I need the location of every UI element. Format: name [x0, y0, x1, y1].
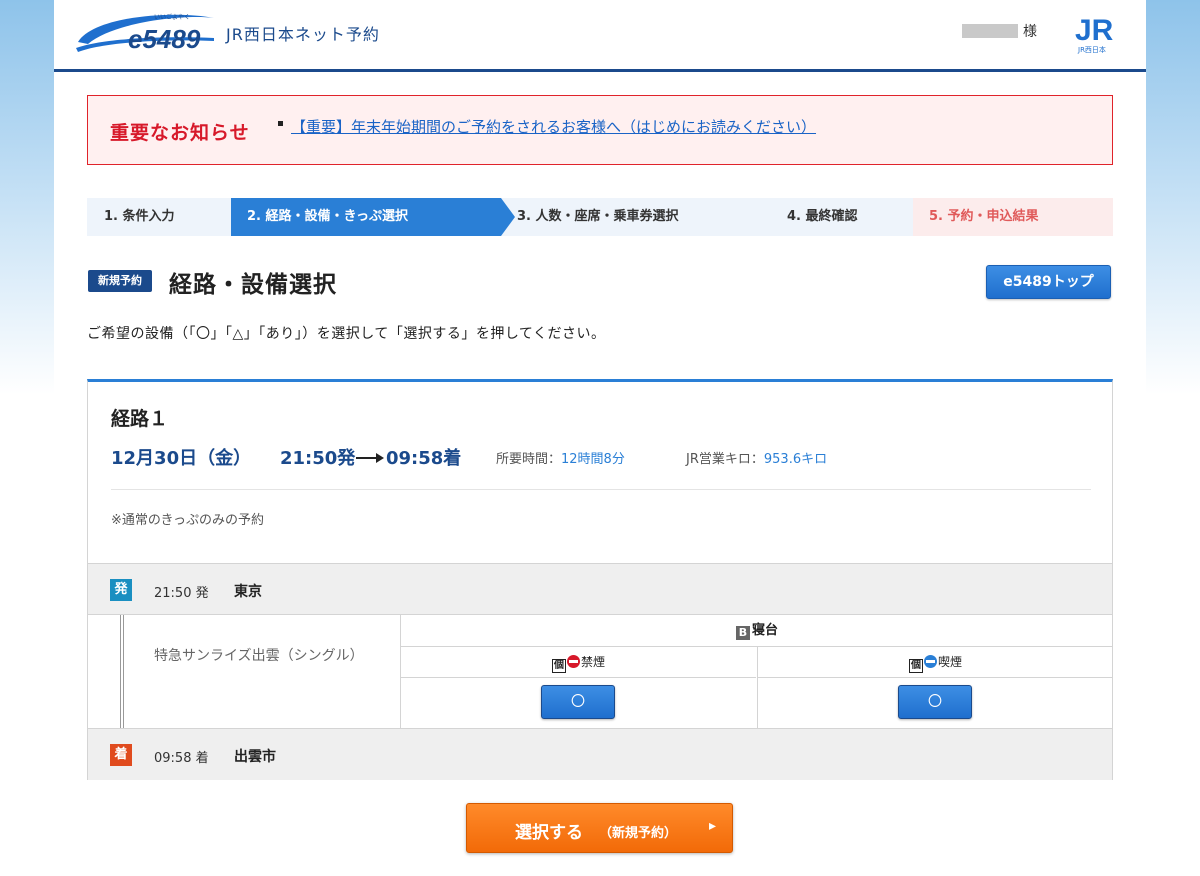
step-result: 5. 予約・申込結果 — [913, 198, 1113, 236]
arrival-icon: 着 — [110, 744, 132, 766]
seat-class-label: 寝台 — [751, 623, 778, 638]
step-final-confirm: 4. 最終確認 — [772, 198, 914, 236]
private-room-icon: 個 — [908, 659, 923, 673]
submit-label: 選択する — [515, 823, 583, 843]
user-name-redacted — [962, 24, 1018, 38]
departure-row: 発 21:50 発 東京 — [88, 563, 1112, 615]
route-card: 経路１ 12月30日（金） 21:50発 09:58着 所要時間：12時間8分 … — [87, 379, 1113, 780]
arrival-time: 09:58着 — [386, 448, 462, 469]
departure-station: 東京 — [234, 584, 262, 600]
rail-line-icon — [120, 615, 124, 728]
smoking-icon — [923, 655, 937, 668]
e5489-top-button[interactable]: e5489トップ — [986, 265, 1111, 299]
arrival-station: 出雲市 — [234, 749, 276, 765]
svg-text:e5489: e5489 — [128, 24, 201, 54]
e5489-logo[interactable]: e5489 いいごよやく — [74, 8, 218, 58]
user-suffix: 様 — [1023, 24, 1037, 40]
departure-row-time: 21:50 発 — [154, 586, 209, 601]
train-row: 特急サンライズ出雲（シングル） B 寝台 個禁煙 〇 個喫煙 〇 — [88, 615, 1113, 728]
seat-option-label: 禁煙 — [580, 655, 605, 669]
jr-distance: JR営業キロ：953.6キロ — [686, 448, 827, 467]
seat-class: B 寝台 — [401, 615, 1113, 647]
duration-label: 所要時間： — [496, 452, 562, 467]
route-date: 12月30日（金） — [111, 448, 252, 469]
route-name: 経路１ — [111, 408, 169, 430]
new-reservation-badge: 新規予約 — [88, 270, 152, 292]
select-non-smoking-button[interactable]: 〇 — [541, 685, 615, 719]
train-name: 特急サンライズ出雲（シングル） — [154, 648, 364, 664]
seat-table: B 寝台 個禁煙 〇 個喫煙 〇 — [400, 615, 1113, 728]
seat-option-header: 個喫煙 — [758, 647, 1113, 678]
page-title: 経路・設備選択 — [169, 272, 337, 298]
no-smoking-icon — [566, 655, 580, 668]
site-title: JR西日本ネット予約 — [226, 25, 380, 44]
site-header: e5489 いいごよやく JR西日本ネット予約 様 JR JR西日本 — [54, 0, 1146, 72]
jr-west-logo: JR JR西日本 — [1075, 14, 1114, 54]
departure-time: 21:50発 — [280, 448, 356, 469]
svg-text:JR: JR — [1075, 14, 1114, 47]
progress-steps: 1. 条件入力 2. 経路・設備・きっぷ選択 3. 人数・座席・乗車券選択 4.… — [87, 198, 1113, 236]
notice-link[interactable]: 【重要】年末年始期間のご予約をされるお客様へ（はじめにお読みください） — [291, 116, 816, 137]
step-route-selection: 2. 経路・設備・きっぷ選択 — [231, 198, 515, 236]
departure-icon: 発 — [110, 579, 132, 601]
select-submit-button[interactable]: 選択する （新規予約） ▸ — [466, 803, 733, 853]
duration-value: 12時間8分 — [561, 452, 625, 467]
b-class-icon: B — [735, 626, 750, 640]
seat-option-header: 個禁煙 — [401, 647, 756, 678]
chevron-right-icon: ▸ — [708, 818, 716, 834]
select-smoking-button[interactable]: 〇 — [898, 685, 972, 719]
seat-option-smoking: 個喫煙 〇 — [757, 647, 1113, 728]
arrow-right-icon — [356, 453, 384, 463]
divider — [111, 489, 1091, 490]
page: e5489 いいごよやく JR西日本ネット予約 様 JR JR西日本 重要なお知… — [54, 0, 1146, 876]
bullet-icon — [278, 121, 283, 126]
step-passengers-seats: 3. 人数・座席・乗車券選択 — [501, 198, 773, 236]
submit-sublabel: （新規予約） — [599, 826, 678, 841]
svg-text:いいごよやく: いいごよやく — [154, 13, 190, 21]
ticket-note: ※通常のきっぷのみの予約 — [111, 513, 264, 528]
seat-class-header: B 寝台 — [401, 615, 1113, 647]
step-conditions: 1. 条件入力 — [87, 198, 231, 236]
seat-option-label: 喫煙 — [937, 655, 962, 669]
distance-value: 953.6キロ — [763, 452, 828, 467]
private-room-icon: 個 — [551, 659, 566, 673]
important-notice: 重要なお知らせ 【重要】年末年始期間のご予約をされるお客様へ（はじめにお読みくだ… — [87, 95, 1113, 165]
travel-duration: 所要時間：12時間8分 — [496, 448, 625, 467]
seat-option-non-smoking: 個禁煙 〇 — [401, 647, 757, 728]
arrival-row-time: 09:58 着 — [154, 751, 209, 766]
distance-label: JR営業キロ： — [686, 452, 764, 467]
notice-title: 重要なお知らせ — [110, 122, 250, 144]
arrival-row: 着 09:58 着 出雲市 — [88, 728, 1112, 780]
instruction-text: ご希望の設備（「〇」「△」「あり」）を選択して「選択する」を押してください。 — [87, 326, 606, 342]
svg-text:JR西日本: JR西日本 — [1077, 45, 1106, 54]
